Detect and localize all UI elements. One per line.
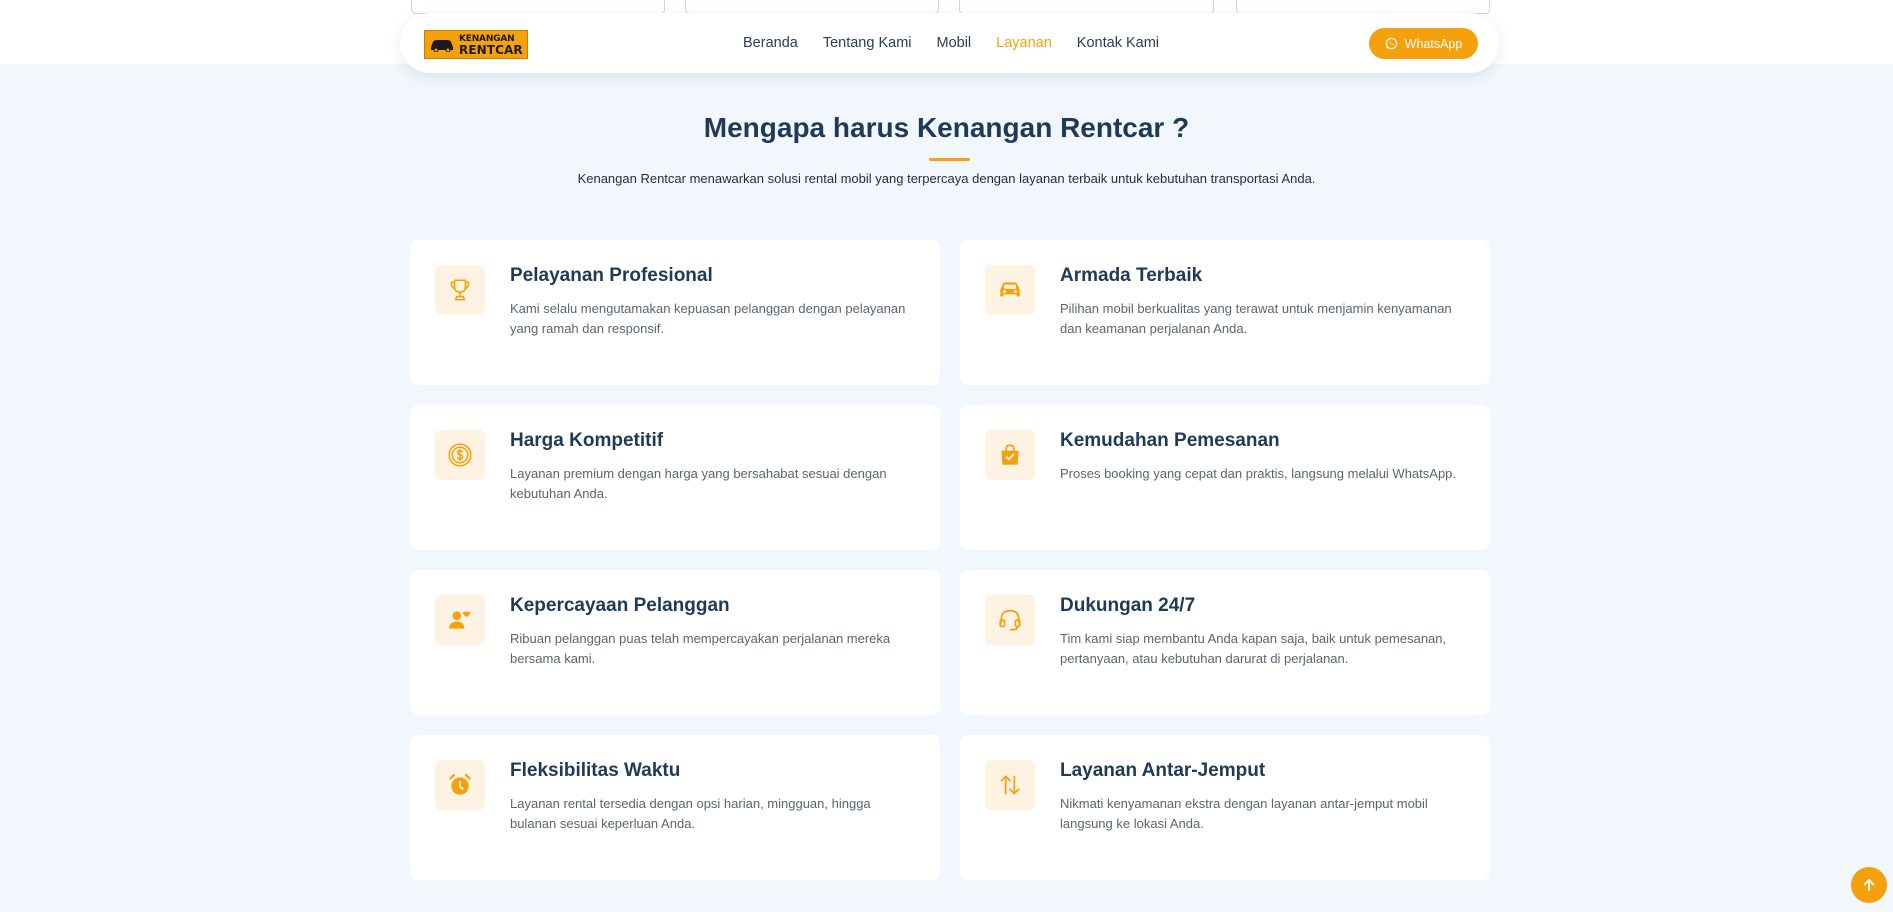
feature-description: Proses booking yang cepat dan praktis, l… — [1060, 466, 1457, 481]
feature-description: Layanan rental tersedia dengan opsi hari… — [510, 796, 871, 831]
feature-card: Fleksibilitas Waktu Layanan rental terse… — [410, 735, 940, 880]
whatsapp-button[interactable]: WhatsApp — [1369, 28, 1478, 59]
feature-description: Kami selalu mengutamakan kepuasan pelang… — [510, 301, 906, 336]
nav-links: Beranda Tentang Kami Mobil Layanan Konta… — [743, 13, 1184, 73]
headset-icon — [985, 595, 1035, 645]
feature-title: Dukungan 24/7 — [1060, 595, 1196, 616]
feature-title: Pelayanan Profesional — [510, 265, 713, 286]
shopping-bag-icon — [985, 430, 1035, 480]
navbar: KENANGAN RENTCAR Beranda Tentang Kami Mo… — [400, 13, 1499, 73]
nav-item-kontak-kami[interactable]: Kontak Kami — [1077, 35, 1159, 51]
nav-item-mobil[interactable]: Mobil — [937, 35, 972, 51]
section-title: Mengapa harus Kenangan Rentcar ? — [703, 112, 1190, 143]
user-heart-icon — [435, 595, 485, 645]
scroll-to-top-button[interactable] — [1851, 867, 1887, 903]
feature-title: Armada Terbaik — [1060, 265, 1203, 286]
feature-card: Harga Kompetitif Layanan premium dengan … — [410, 405, 940, 550]
brand-logo[interactable]: KENANGAN RENTCAR — [424, 30, 528, 59]
feature-card: Kepercayaan Pelanggan Ribuan pelanggan p… — [410, 570, 940, 715]
trophy-icon — [435, 265, 485, 315]
car-icon — [985, 265, 1035, 315]
search-form-field[interactable] — [1236, 0, 1490, 14]
coin-icon — [435, 430, 485, 480]
nav-item-beranda[interactable]: Beranda — [743, 35, 798, 51]
feature-description: Pilihan mobil berkualitas yang terawat u… — [1060, 301, 1452, 336]
whatsapp-icon — [1385, 37, 1397, 50]
feature-description: Nikmati kenyamanan ekstra dengan layanan… — [1060, 796, 1428, 831]
feature-description: Ribuan pelanggan puas telah mempercayaka… — [510, 631, 891, 666]
search-form-field[interactable] — [959, 0, 1214, 14]
feature-title: Kemudahan Pemesanan — [1060, 430, 1280, 451]
nav-item-layanan[interactable]: Layanan — [996, 35, 1052, 51]
whatsapp-button-label: WhatsApp — [1404, 36, 1463, 51]
car-logo-icon — [429, 38, 455, 52]
feature-card: Kemudahan Pemesanan Proses booking yang … — [960, 405, 1490, 550]
feature-description: Layanan premium dengan harga yang bersah… — [510, 466, 887, 501]
arrow-up-icon — [1863, 879, 1875, 891]
title-underline — [929, 158, 970, 161]
feature-card: Armada Terbaik Pilihan mobil berkualitas… — [960, 240, 1490, 385]
feature-title: Harga Kompetitif — [510, 430, 664, 451]
section-subtitle: Kenangan Rentcar menawarkan solusi renta… — [577, 171, 1316, 186]
feature-card: Dukungan 24/7 Tim kami siap membantu And… — [960, 570, 1490, 715]
feature-title: Layanan Antar-Jemput — [1060, 760, 1266, 781]
search-form-field[interactable] — [685, 0, 939, 14]
feature-title: Kepercayaan Pelanggan — [510, 595, 730, 616]
logo-line-2: RENTCAR — [459, 42, 523, 57]
feature-title: Fleksibilitas Waktu — [510, 760, 681, 781]
feature-card: Layanan Antar-Jemput Nikmati kenyamanan … — [960, 735, 1490, 880]
alarm-clock-icon — [435, 760, 485, 810]
nav-item-tentang-kami[interactable]: Tentang Kami — [823, 35, 912, 51]
search-form-field[interactable] — [411, 0, 665, 14]
feature-description: Tim kami siap membantu Anda kapan saja, … — [1060, 631, 1447, 666]
feature-card: Pelayanan Profesional Kami selalu mengut… — [410, 240, 940, 385]
swap-arrows-icon — [985, 760, 1035, 810]
